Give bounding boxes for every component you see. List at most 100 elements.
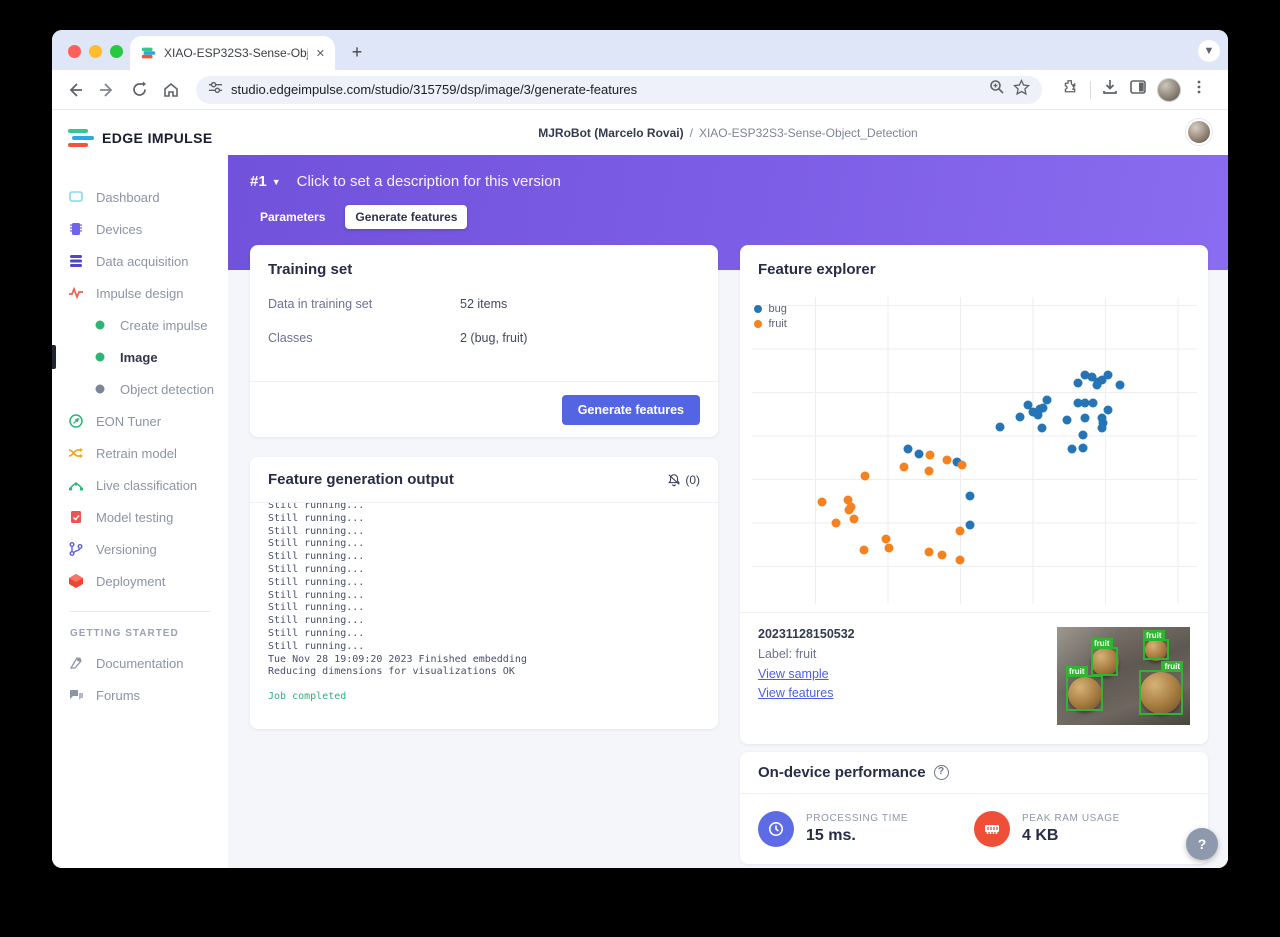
breadcrumb-page[interactable]: XIAO-ESP32S3-Sense-Object_Detection <box>699 126 918 140</box>
zoom-window-button[interactable] <box>110 45 123 58</box>
row-label: Classes <box>268 331 460 345</box>
legend-item-fruit[interactable]: fruit <box>754 318 787 330</box>
edge-impulse-logo-text: EDGE IMPULSE <box>102 130 213 146</box>
browser-tab[interactable]: XIAO-ESP32S3-Sense-Objec ✕ <box>130 36 335 70</box>
scatter-point-fruit[interactable] <box>937 551 946 560</box>
sidebar-item-image[interactable]: Image <box>52 341 228 373</box>
sidebar-item-data-acquisition[interactable]: Data acquisition <box>52 245 228 277</box>
sidebar-item-devices[interactable]: Devices <box>52 213 228 245</box>
scatter-point-bug[interactable] <box>1080 414 1089 423</box>
notifications-toggle[interactable]: (0) <box>667 473 700 487</box>
browser-menu-icon[interactable] <box>1191 79 1207 100</box>
sidebar-item-retrain-model[interactable]: Retrain model <box>52 437 228 469</box>
downloads-icon[interactable] <box>1101 78 1119 101</box>
scatter-point-fruit[interactable] <box>859 546 868 555</box>
performance-help-icon[interactable]: ? <box>934 765 949 780</box>
sidebar-item-versioning[interactable]: Versioning <box>52 533 228 565</box>
view-features-link[interactable]: View features <box>758 686 1057 700</box>
scatter-point-fruit[interactable] <box>831 519 840 528</box>
sidebar-item-object-detection[interactable]: Object detection <box>52 373 228 405</box>
sidebar-item-dashboard[interactable]: Dashboard <box>52 181 228 213</box>
site-settings-icon[interactable] <box>208 80 223 100</box>
user-avatar[interactable] <box>1186 119 1212 145</box>
scatter-point-fruit[interactable] <box>844 506 853 515</box>
version-selector[interactable]: #1 ▼ <box>250 173 281 190</box>
sidebar-item-documentation[interactable]: Documentation <box>52 647 228 679</box>
sample-thumbnail[interactable]: fruitfruitfruitfruit <box>1057 627 1190 725</box>
reload-button[interactable] <box>126 77 152 103</box>
scatter-point-bug[interactable] <box>1078 444 1087 453</box>
clock-icon <box>758 811 794 847</box>
scatter-point-bug[interactable] <box>914 450 923 459</box>
close-window-button[interactable] <box>68 45 81 58</box>
bookmark-star-icon[interactable] <box>1013 79 1030 101</box>
home-button[interactable] <box>158 77 184 103</box>
scatter-point-bug[interactable] <box>1037 424 1046 433</box>
breadcrumb-project[interactable]: MJRoBot (Marcelo Rovai) <box>538 126 683 140</box>
scatter-point-bug[interactable] <box>1103 371 1112 380</box>
scatter-point-bug[interactable] <box>1078 431 1087 440</box>
sidebar-item-live-classification[interactable]: Live classification <box>52 469 228 501</box>
feature-generation-output-card: Feature generation output (0) Still runn… <box>250 457 718 729</box>
generate-features-button[interactable]: Generate features <box>562 395 700 425</box>
side-panel-icon[interactable] <box>1129 78 1147 101</box>
version-description[interactable]: Click to set a description for this vers… <box>297 173 561 190</box>
scatter-point-bug[interactable] <box>1103 406 1112 415</box>
scatter-point-bug[interactable] <box>1115 381 1124 390</box>
scatter-point-bug[interactable] <box>995 423 1004 432</box>
scatter-point-bug[interactable] <box>1062 416 1071 425</box>
scatter-point-fruit[interactable] <box>955 556 964 565</box>
url-bar[interactable]: studio.edgeimpulse.com/studio/315759/dsp… <box>196 76 1042 104</box>
scatter-point-bug[interactable] <box>1088 399 1097 408</box>
scatter-point-bug[interactable] <box>965 492 974 501</box>
forward-button[interactable] <box>94 77 120 103</box>
scatter-point-fruit[interactable] <box>925 451 934 460</box>
scatter-point-fruit[interactable] <box>924 548 933 557</box>
sidebar-item-forums[interactable]: Forums <box>52 679 228 711</box>
sidebar-item-model-testing[interactable]: Model testing <box>52 501 228 533</box>
sidebar-nav: DashboardDevicesData acquisitionImpulse … <box>52 181 228 597</box>
scatter-point-fruit[interactable] <box>924 467 933 476</box>
tab-parameters[interactable]: Parameters <box>250 205 335 229</box>
url-text[interactable]: studio.edgeimpulse.com/studio/315759/dsp… <box>231 82 981 97</box>
tab-title: XIAO-ESP32S3-Sense-Objec <box>164 46 308 60</box>
scatter-point-fruit[interactable] <box>860 472 869 481</box>
scatter-point-bug[interactable] <box>1073 379 1082 388</box>
ram-icon <box>974 811 1010 847</box>
feature-explorer-plot[interactable]: bug fruit <box>752 297 1197 604</box>
browser-profile-avatar[interactable] <box>1157 78 1181 102</box>
view-sample-link[interactable]: View sample <box>758 667 1057 681</box>
scatter-point-bug[interactable] <box>1038 404 1047 413</box>
scatter-point-fruit[interactable] <box>884 544 893 553</box>
scatter-point-fruit[interactable] <box>957 461 966 470</box>
back-button[interactable] <box>62 77 88 103</box>
extensions-puzzle-icon[interactable] <box>1062 78 1080 101</box>
edge-impulse-logo[interactable]: EDGE IMPULSE <box>68 128 228 148</box>
help-fab-button[interactable]: ? <box>1186 828 1218 860</box>
zoom-page-icon[interactable] <box>989 79 1005 100</box>
legend-item-bug[interactable]: bug <box>754 303 787 315</box>
new-tab-button[interactable]: + <box>343 38 371 66</box>
sidebar-item-eon-tuner[interactable]: EON Tuner <box>52 405 228 437</box>
scatter-point-bug[interactable] <box>1042 396 1051 405</box>
chevron-down-icon: ▼ <box>272 177 281 187</box>
tab-search-chevron-icon[interactable]: ▼ <box>1198 40 1220 62</box>
tab-close-icon[interactable]: ✕ <box>316 47 325 60</box>
scatter-point-fruit[interactable] <box>899 463 908 472</box>
scatter-point-fruit[interactable] <box>849 515 858 524</box>
scatter-point-bug[interactable] <box>1098 419 1107 428</box>
tab-generate-features[interactable]: Generate features <box>345 205 467 229</box>
scatter-point-fruit[interactable] <box>817 498 826 507</box>
scatter-point-bug[interactable] <box>1067 445 1076 454</box>
scatter-point-bug[interactable] <box>1015 413 1024 422</box>
scatter-point-fruit[interactable] <box>955 527 964 536</box>
minimize-window-button[interactable] <box>89 45 102 58</box>
sidebar-item-create-impulse[interactable]: Create impulse <box>52 309 228 341</box>
scatter-point-bug[interactable] <box>903 445 912 454</box>
sidebar-item-impulse-design[interactable]: Impulse design <box>52 277 228 309</box>
scatter-point-bug[interactable] <box>965 521 974 530</box>
breadcrumb: MJRoBot (Marcelo Rovai) / XIAO-ESP32S3-S… <box>538 126 917 140</box>
scatter-point-fruit[interactable] <box>942 456 951 465</box>
sidebar-item-deployment[interactable]: Deployment <box>52 565 228 597</box>
scatter-point-fruit[interactable] <box>881 535 890 544</box>
